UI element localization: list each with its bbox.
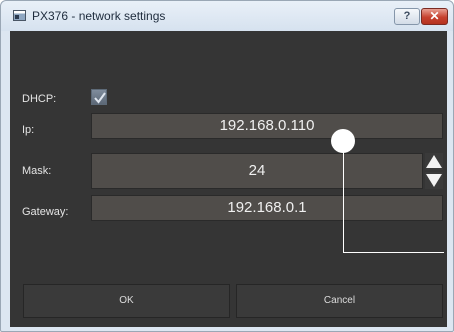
dhcp-label: DHCP: [22,93,57,105]
ip-input[interactable]: 192.168.0.110 [91,113,443,139]
cancel-button[interactable]: Cancel [236,284,443,318]
mask-label: Mask: [22,165,52,177]
window-title: PX376 - network settings [32,9,166,23]
dhcp-checkbox[interactable] [91,89,107,105]
checkmark-icon [94,92,106,104]
app-icon [13,10,26,21]
help-button[interactable]: ? [394,8,420,25]
dialog-body: DHCP: Ip: 192.168.0.110 Mask: 24 Gateway… [10,31,447,327]
pointer-leader-line [343,147,444,253]
close-button[interactable]: ✕ [421,8,448,25]
ok-button[interactable]: OK [23,284,230,318]
ip-label: Ip: [22,124,35,136]
gateway-label: Gateway: [22,206,69,218]
pointer-indicator [331,129,355,153]
title-bar[interactable]: PX376 - network settings ? ✕ [1,1,453,31]
network-settings-window: PX376 - network settings ? ✕ DHCP: Ip: 1… [0,0,454,332]
